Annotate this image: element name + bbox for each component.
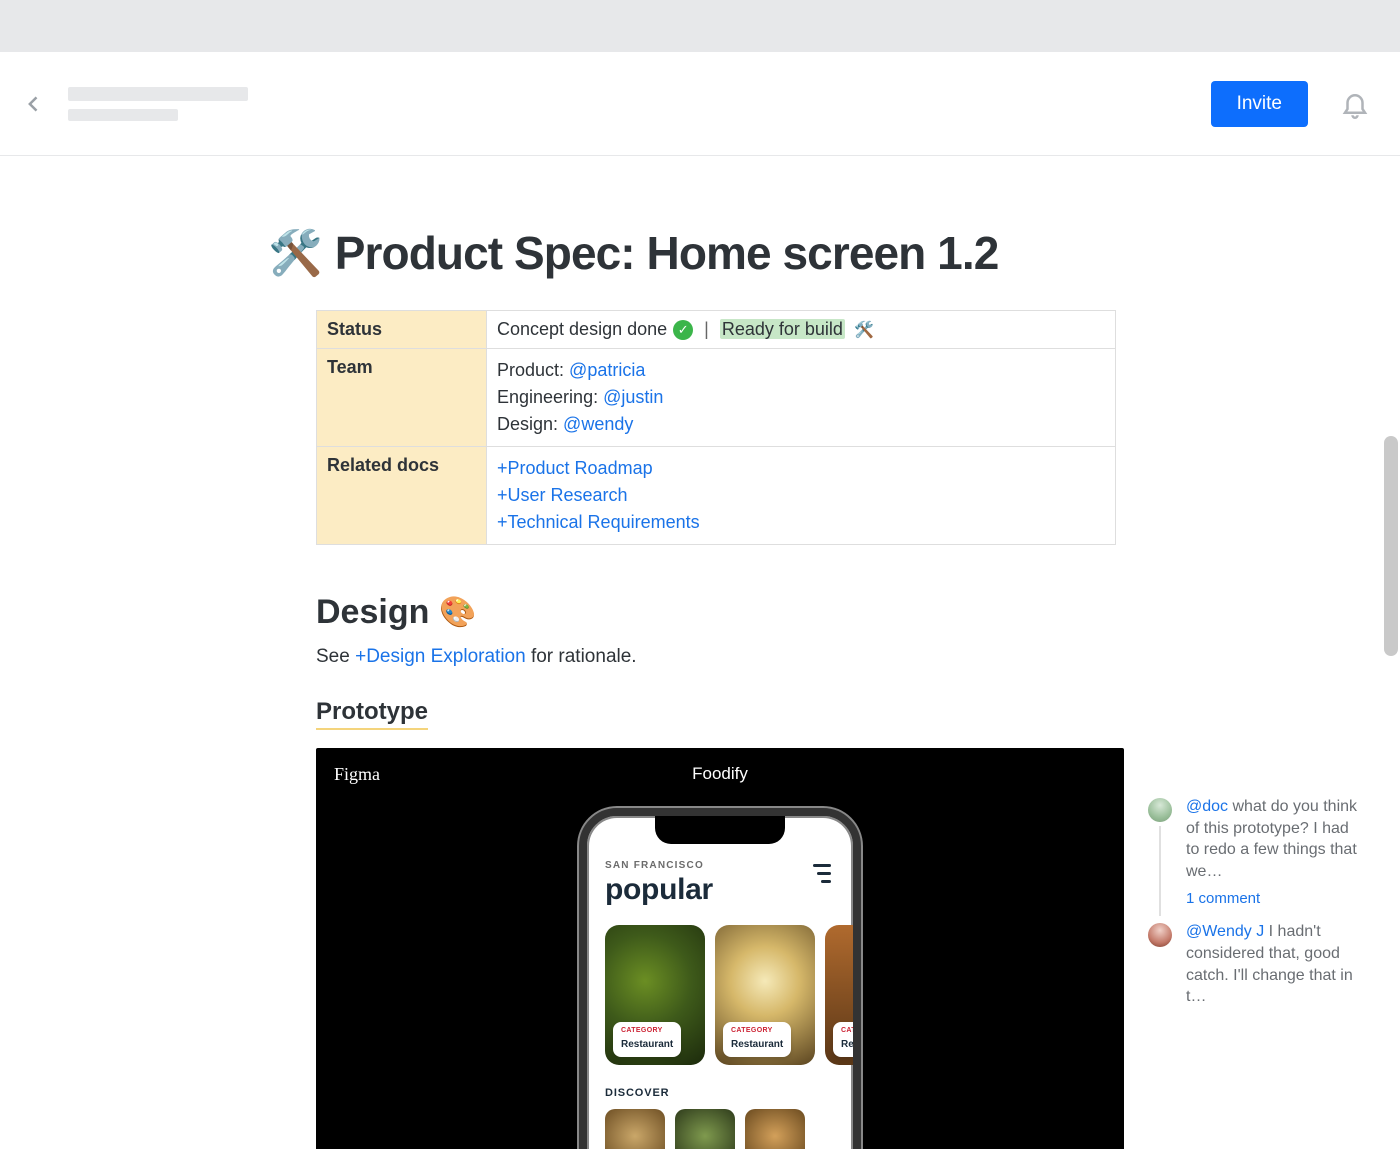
table-row: Status Concept design done ✓ | Ready for… xyxy=(317,311,1116,349)
palette-icon: 🎨 xyxy=(439,595,476,630)
figma-title: Foodify xyxy=(692,764,748,784)
design-subtext: See +Design Exploration for rationale. xyxy=(316,646,1208,668)
breadcrumb-skeleton xyxy=(68,87,248,121)
phone-frame: SAN FRANCISCO popular CATEGORY Restaurant… xyxy=(579,808,861,1149)
notifications-icon[interactable] xyxy=(1340,89,1370,119)
mention-wendy-j[interactable]: @Wendy J xyxy=(1186,923,1264,940)
top-band xyxy=(0,0,1400,52)
thread-line xyxy=(1159,826,1161,916)
thumb: Cuisine xyxy=(745,1109,805,1149)
comments-panel: @doc what do you think of this prototype… xyxy=(1148,796,1358,1014)
header-right: Invite xyxy=(1211,81,1370,127)
chip-key: CATEGORY xyxy=(841,1027,861,1034)
doc-link-design-exploration[interactable]: +Design Exploration xyxy=(355,646,526,667)
status-done: Concept design done ✓ xyxy=(497,319,693,340)
team-design: Design: @wendy xyxy=(497,411,1105,438)
figma-brand: Figma xyxy=(334,764,380,785)
chip-value: Restaurant xyxy=(841,1039,861,1050)
chip-value: Restaurant xyxy=(731,1039,783,1050)
card-chip: CATEGORY Restaurant xyxy=(833,1022,861,1057)
status-value: Concept design done ✓ | Ready for build … xyxy=(487,311,1116,349)
chip-key: CATEGORY xyxy=(731,1027,783,1034)
food-card: CATEGORY Restaurant xyxy=(825,925,861,1065)
invite-button[interactable]: Invite xyxy=(1211,81,1308,127)
status-separator: | xyxy=(704,319,709,339)
page-title: Product Spec: Home screen 1.2 xyxy=(335,226,999,280)
doc-link-user-research[interactable]: +User Research xyxy=(497,485,628,505)
hero-heading: popular xyxy=(605,873,835,907)
scrollbar[interactable] xyxy=(1384,436,1398,656)
phone-screen: SAN FRANCISCO popular CATEGORY Restaurant… xyxy=(587,816,853,1149)
mention-doc[interactable]: @doc xyxy=(1186,798,1228,815)
skeleton-line xyxy=(68,87,248,101)
comment[interactable]: @Wendy J I hadn't considered that, good … xyxy=(1148,921,1358,1007)
city-label: SAN FRANCISCO xyxy=(605,860,835,871)
food-card: CATEGORY Restaurant xyxy=(715,925,815,1065)
team-value: Product: @patricia Engineering: @justin … xyxy=(487,349,1116,447)
comment-body: @Wendy J I hadn't considered that, good … xyxy=(1186,921,1358,1007)
related-doc: +Technical Requirements xyxy=(497,509,1105,536)
design-sub-suffix: for rationale. xyxy=(526,646,637,667)
comment[interactable]: @doc what do you think of this prototype… xyxy=(1148,796,1358,882)
comment-body: @doc what do you think of this prototype… xyxy=(1186,796,1358,882)
thumb-row: Cuisine Cuisine Cuisine xyxy=(605,1109,835,1149)
page: 🛠️ Product Spec: Home screen 1.2 Status … xyxy=(0,156,1400,1149)
thumb: Cuisine xyxy=(605,1109,665,1149)
chip-key: CATEGORY xyxy=(621,1027,673,1034)
chip-value: Restaurant xyxy=(621,1039,673,1050)
related-value: +Product Roadmap +User Research +Technic… xyxy=(487,447,1116,545)
back-icon[interactable] xyxy=(24,94,44,114)
team-engineering: Engineering: @justin xyxy=(497,384,1105,411)
figma-embed[interactable]: Figma Foodify SAN FRANCISCO popular CATE… xyxy=(316,748,1124,1149)
team-label: Design: xyxy=(497,414,563,434)
doc-link-roadmap[interactable]: +Product Roadmap xyxy=(497,458,653,478)
thumb-image xyxy=(745,1109,805,1149)
status-done-text: Concept design done xyxy=(497,319,667,340)
hammer-icon: 🛠️ xyxy=(854,322,874,339)
team-label: Product: xyxy=(497,360,569,380)
design-heading: Design 🎨 xyxy=(316,593,1208,632)
status-key: Status xyxy=(317,311,487,349)
header-left xyxy=(24,87,248,121)
skeleton-line xyxy=(68,109,178,121)
metadata-table: Status Concept design done ✓ | Ready for… xyxy=(316,310,1116,545)
design-sub-prefix: See xyxy=(316,646,355,667)
card-chip: CATEGORY Restaurant xyxy=(723,1022,791,1057)
thumb: Cuisine xyxy=(675,1109,735,1149)
status-ready: Ready for build xyxy=(720,319,845,339)
card-row: CATEGORY Restaurant CATEGORY Restaurant CA… xyxy=(605,925,835,1065)
table-row: Team Product: @patricia Engineering: @ju… xyxy=(317,349,1116,447)
avatar xyxy=(1148,923,1172,947)
table-row: Related docs +Product Roadmap +User Rese… xyxy=(317,447,1116,545)
hammer-icon: 🛠️ xyxy=(268,227,323,279)
mention-justin[interactable]: @justin xyxy=(603,387,663,407)
related-doc: +User Research xyxy=(497,482,1105,509)
comment-count[interactable]: 1 comment xyxy=(1186,890,1358,907)
thumb-image xyxy=(675,1109,735,1149)
doc-link-tech-req[interactable]: +Technical Requirements xyxy=(497,512,700,532)
team-product: Product: @patricia xyxy=(497,357,1105,384)
discover-heading: DISCOVER xyxy=(605,1087,835,1099)
team-label: Engineering: xyxy=(497,387,603,407)
team-key: Team xyxy=(317,349,487,447)
related-doc: +Product Roadmap xyxy=(497,455,1105,482)
related-key: Related docs xyxy=(317,447,487,545)
phone-notch xyxy=(655,816,785,844)
menu-icon xyxy=(813,864,831,883)
document: 🛠️ Product Spec: Home screen 1.2 Status … xyxy=(268,156,1208,1149)
thumb-image xyxy=(605,1109,665,1149)
food-card: CATEGORY Restaurant xyxy=(605,925,705,1065)
prototype-heading: Prototype xyxy=(316,698,428,730)
avatar xyxy=(1148,798,1172,822)
mention-wendy[interactable]: @wendy xyxy=(563,414,633,434)
mention-patricia[interactable]: @patricia xyxy=(569,360,645,380)
title-row: 🛠️ Product Spec: Home screen 1.2 xyxy=(268,226,1208,280)
check-icon: ✓ xyxy=(673,320,693,340)
design-heading-text: Design xyxy=(316,593,429,632)
header: Invite xyxy=(0,52,1400,156)
card-chip: CATEGORY Restaurant xyxy=(613,1022,681,1057)
